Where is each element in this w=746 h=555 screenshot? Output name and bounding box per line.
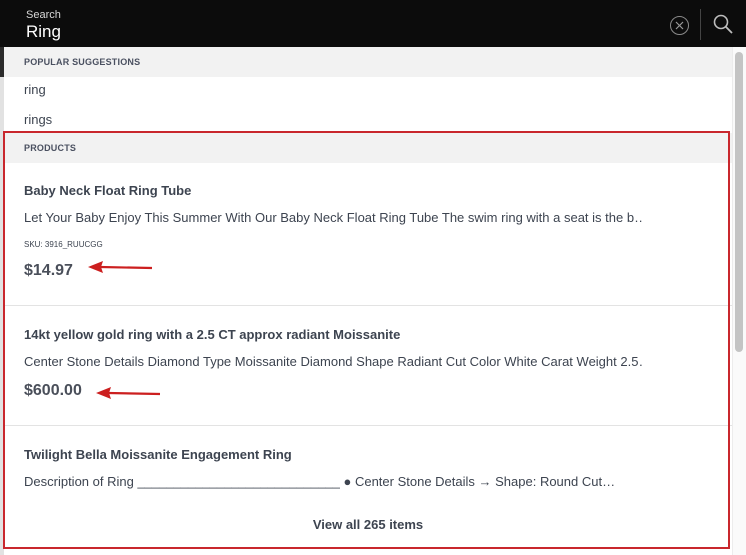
search-label: Search (26, 9, 61, 21)
product-description: Description of Ring ____________________… (24, 474, 616, 489)
product-title[interactable]: Twilight Bella Moissanite Engagement Rin… (24, 447, 292, 462)
search-bar[interactable]: Search Ring (0, 0, 746, 47)
view-all-link[interactable]: View all 265 items (4, 517, 732, 532)
product-description: Let Your Baby Enjoy This Summer With Our… (24, 210, 644, 225)
suggestion-item[interactable]: ring (24, 82, 46, 97)
arrow-left-icon (96, 387, 161, 399)
search-results-panel: POPULAR SUGGESTIONS ring rings PRODUCTS … (4, 47, 732, 555)
row-divider (4, 305, 732, 306)
product-title[interactable]: Baby Neck Float Ring Tube (24, 183, 191, 198)
product-price: $600.00 (24, 382, 82, 399)
suggestions-header: POPULAR SUGGESTIONS (4, 47, 732, 77)
products-header: PRODUCTS (4, 133, 732, 163)
search-divider (700, 9, 701, 40)
arrow-left-icon (88, 261, 153, 273)
scrollbar-thumb[interactable] (735, 52, 743, 352)
product-title[interactable]: 14kt yellow gold ring with a 2.5 CT appr… (24, 327, 400, 342)
suggestion-item[interactable]: rings (24, 112, 52, 127)
product-description: Center Stone Details Diamond Type Moissa… (24, 354, 644, 369)
magnifier-icon[interactable] (712, 13, 734, 35)
close-circle-icon[interactable] (670, 16, 689, 35)
search-input[interactable]: Ring (26, 22, 61, 42)
product-sku: SKU: 3916_RUUCGG (24, 240, 103, 249)
product-price: $14.97 (24, 262, 73, 279)
row-divider (4, 425, 732, 426)
